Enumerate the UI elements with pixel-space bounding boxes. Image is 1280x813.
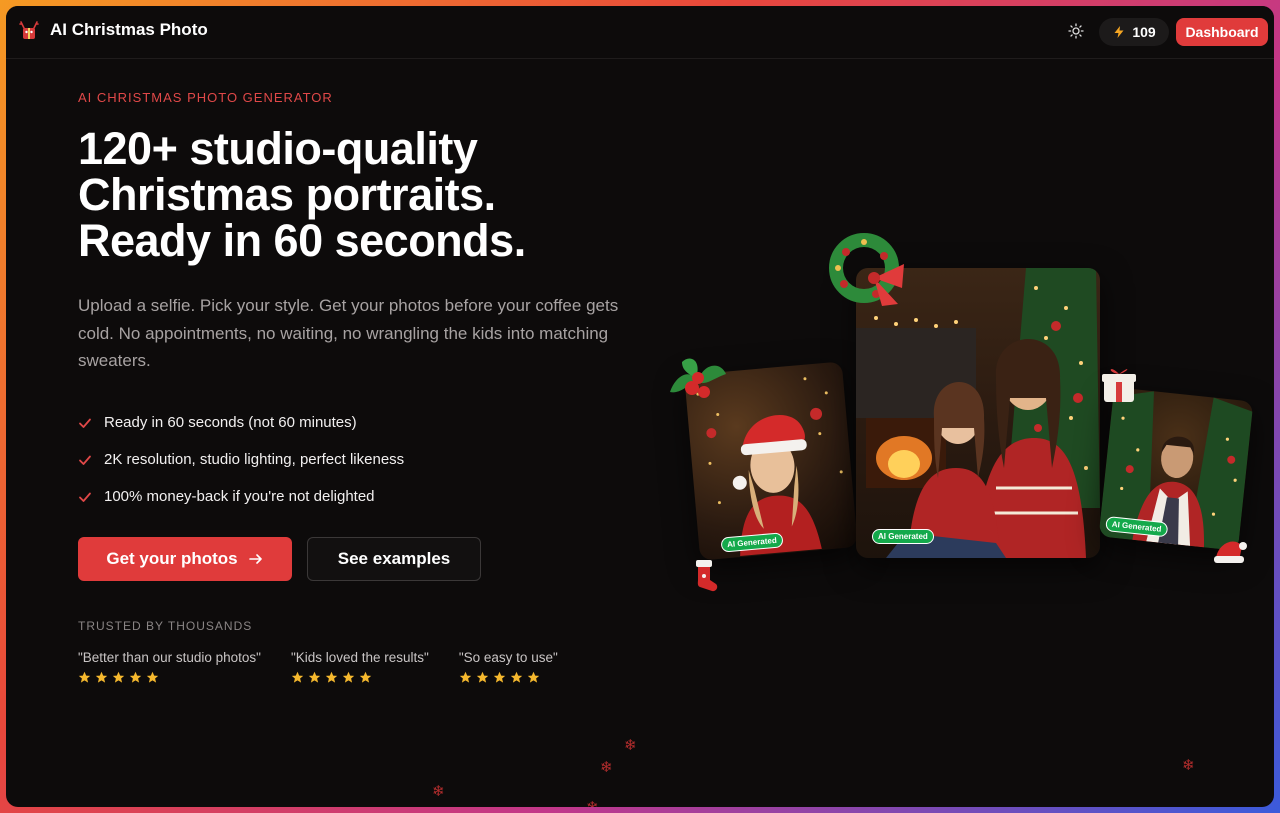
- ai-generated-badge: AI Generated: [872, 529, 934, 544]
- fireplace-portrait-illustration: [856, 268, 1100, 558]
- feature-item: 2K resolution, studio lighting, perfect …: [78, 441, 404, 478]
- get-photos-label: Get your photos: [106, 549, 238, 568]
- headline-line-3: Ready in 60 seconds.: [78, 215, 526, 266]
- christmas-sweater-portrait-illustration: [1098, 391, 1253, 551]
- star-rating: [291, 671, 429, 684]
- gift-box-icon: [1102, 369, 1136, 402]
- snowflake-icon: ❄: [1182, 757, 1195, 774]
- star-icon: [325, 671, 338, 683]
- brand-link[interactable]: AI Christmas Photo: [18, 19, 208, 41]
- testimonials: "Better than our studio photos" "Kids lo…: [78, 650, 588, 684]
- hero-description: Upload a selfie. Pick your style. Get yo…: [78, 296, 619, 370]
- testimonial: "Better than our studio photos": [78, 650, 261, 684]
- star-icon: [493, 671, 506, 683]
- arrow-right-icon: [248, 554, 262, 564]
- santa-hat-portrait-illustration: [696, 377, 843, 557]
- star-icon: [476, 671, 489, 683]
- star-rating: [459, 671, 558, 684]
- snowflake-icon: ❄: [586, 798, 599, 807]
- star-icon: [308, 671, 321, 683]
- testimonial-quote: "So easy to use": [458, 650, 558, 665]
- wreath-icon: [829, 233, 904, 306]
- get-photos-button[interactable]: Get your photos: [78, 537, 292, 581]
- sun-icon[interactable]: [1068, 23, 1084, 39]
- ai-generated-badge: AI Generated: [1105, 516, 1169, 538]
- feature-item: 100% money-back if you're not delighted: [78, 478, 404, 515]
- app-window: AI Christmas Photo 109 Dashboard AI CHRI…: [6, 6, 1274, 807]
- star-icon: [95, 671, 108, 683]
- credits-count: 109: [1132, 24, 1156, 40]
- see-examples-button[interactable]: See examples: [307, 537, 481, 581]
- star-icon: [359, 671, 372, 683]
- feature-item: Ready in 60 seconds (not 60 minutes): [78, 404, 404, 441]
- star-icon: [291, 671, 304, 683]
- star-icon: [129, 671, 142, 683]
- lightning-bolt-icon: [1114, 26, 1124, 38]
- feature-list: Ready in 60 seconds (not 60 minutes) 2K …: [78, 404, 404, 515]
- star-icon: [527, 671, 540, 683]
- headline-line-2: Christmas portraits.: [78, 169, 496, 220]
- santa-hat-icon: [1214, 541, 1247, 563]
- top-navigation-bar: AI Christmas Photo 109 Dashboard: [6, 6, 1274, 59]
- check-icon: [79, 455, 91, 465]
- star-icon: [510, 671, 523, 683]
- star-icon: [146, 671, 159, 683]
- snowflake-icon: ❄: [432, 783, 445, 800]
- testimonial: "Kids loved the results": [291, 650, 429, 684]
- headline-line-1: 120+ studio-quality: [78, 123, 478, 174]
- hero-eyebrow: AI CHRISTMAS PHOTO GENERATOR: [78, 90, 333, 105]
- star-icon: [459, 671, 472, 683]
- snowflake-icon: ❄: [624, 737, 637, 754]
- star-icon: [112, 671, 125, 683]
- snowflake-icon: ❄: [600, 759, 613, 776]
- star-rating: [78, 671, 261, 684]
- mother-and-daughter-by-fireplace-photo: AI Generated: [856, 268, 1100, 558]
- holly-icon: [670, 358, 726, 398]
- star-icon: [78, 671, 91, 683]
- man-in-christmas-sweater-photo: AI Generated: [1098, 387, 1254, 551]
- testimonial: "So easy to use": [459, 650, 558, 684]
- ai-generated-badge: AI Generated: [720, 532, 784, 553]
- check-icon: [79, 492, 91, 502]
- stocking-icon: [696, 560, 718, 592]
- star-icon: [342, 671, 355, 683]
- dashboard-button[interactable]: Dashboard: [1176, 18, 1268, 46]
- woman-in-santa-hat-photo: AI Generated: [684, 361, 858, 561]
- testimonial-quote: "Kids loved the results": [290, 650, 429, 665]
- brand-name: AI Christmas Photo: [50, 20, 208, 39]
- check-icon: [79, 418, 91, 428]
- feature-text: Ready in 60 seconds (not 60 minutes): [104, 414, 357, 431]
- trusted-label: TRUSTED BY THOUSANDS: [78, 619, 253, 633]
- hero-headline: 120+ studio-quality Christmas portraits.…: [78, 126, 638, 264]
- reindeer-gift-icon: [19, 21, 39, 39]
- credits-counter[interactable]: 109: [1099, 18, 1169, 46]
- feature-text: 2K resolution, studio lighting, perfect …: [104, 451, 405, 468]
- feature-text: 100% money-back if you're not delighted: [104, 488, 375, 505]
- testimonial-quote: "Better than our studio photos": [78, 650, 261, 665]
